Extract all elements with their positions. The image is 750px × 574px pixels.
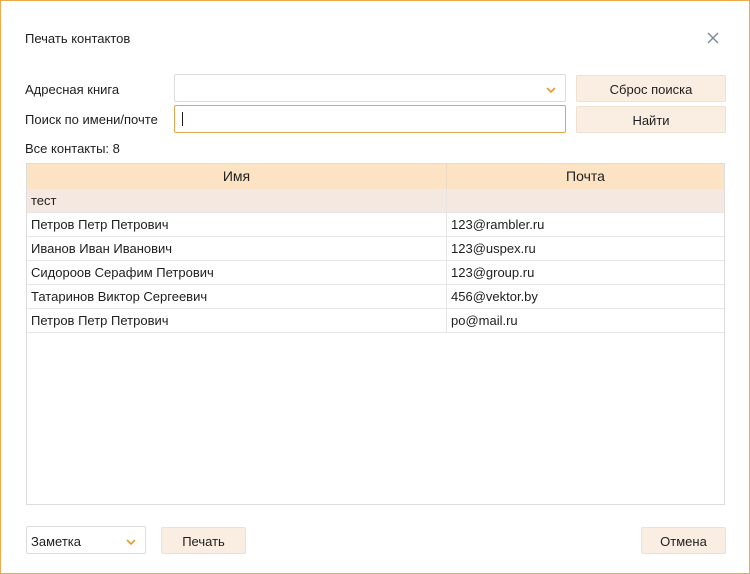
cell-email: 123@rambler.ru [451, 217, 545, 232]
contacts-count: Все контакты: 8 [25, 141, 120, 156]
table-row[interactable]: Петров Петр Петрович po@mail.ru [27, 309, 724, 333]
format-select-value: Заметка [31, 534, 81, 549]
cell-email: 123@uspex.ru [451, 241, 536, 256]
cell-email: 456@vektor.by [451, 289, 538, 304]
reset-search-button[interactable]: Сброс поиска [576, 75, 726, 102]
text-caret [182, 112, 183, 126]
address-book-select[interactable] [174, 74, 566, 102]
close-icon[interactable] [704, 29, 722, 47]
address-book-label: Адресная книга [25, 82, 120, 97]
cell-name: тест [27, 189, 447, 212]
search-input[interactable] [174, 105, 566, 133]
table-row[interactable]: Петров Петр Петрович 123@rambler.ru [27, 213, 724, 237]
table-row[interactable]: Сидороов Серафим Петрович 123@group.ru [27, 261, 724, 285]
print-contacts-dialog: Печать контактов Адресная книга Сброс по… [0, 0, 750, 574]
cell-email [447, 189, 724, 212]
table-header: Имя Почта [27, 164, 724, 189]
cell-name: Иванов Иван Иванович [27, 237, 447, 260]
cell-email: po@mail.ru [451, 313, 518, 328]
chevron-down-icon [125, 535, 137, 546]
cell-email: 123@group.ru [451, 265, 535, 280]
cell-name: Татаринов Виктор Сергеевич [27, 285, 447, 308]
print-button[interactable]: Печать [161, 527, 246, 554]
format-select[interactable]: Заметка [26, 526, 146, 554]
column-header-email[interactable]: Почта [447, 164, 724, 189]
table-row[interactable]: тест [27, 189, 724, 213]
cell-name: Петров Петр Петрович [27, 213, 447, 236]
search-label: Поиск по имени/почте [25, 112, 158, 127]
dialog-title: Печать контактов [25, 31, 131, 46]
contacts-table: Имя Почта тест Петров Петр Петрович 123@… [26, 163, 725, 505]
cancel-button[interactable]: Отмена [641, 527, 726, 554]
cell-name: Петров Петр Петрович [27, 309, 447, 332]
find-button[interactable]: Найти [576, 106, 726, 133]
table-row[interactable]: Татаринов Виктор Сергеевич 456@vektor.by [27, 285, 724, 309]
table-row[interactable]: Иванов Иван Иванович 123@uspex.ru [27, 237, 724, 261]
chevron-down-icon [545, 83, 557, 94]
cell-name: Сидороов Серафим Петрович [27, 261, 447, 284]
column-header-name[interactable]: Имя [27, 164, 447, 189]
